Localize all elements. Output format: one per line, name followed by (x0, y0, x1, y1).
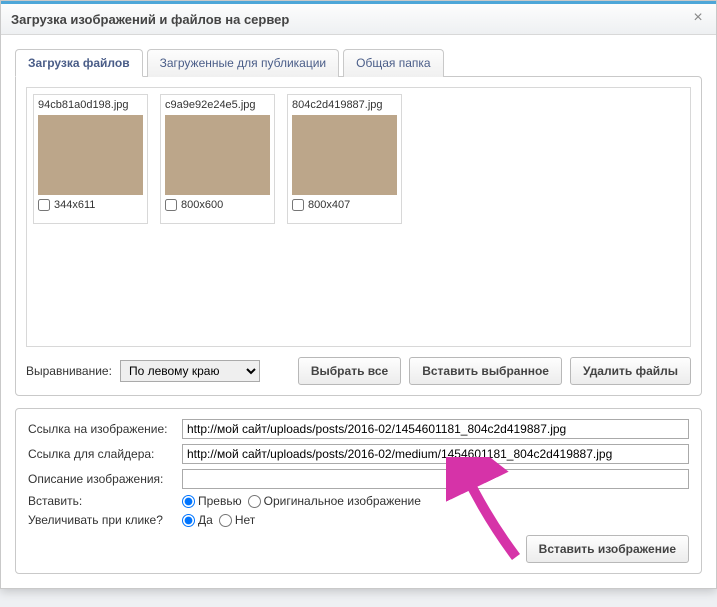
insert-mode-label: Вставить: (28, 494, 178, 508)
thumbnail-checkbox[interactable] (38, 199, 50, 211)
insert-image-button[interactable]: Вставить изображение (526, 535, 689, 563)
delete-files-button[interactable]: Удалить файлы (570, 357, 691, 385)
align-row: Выравнивание: По левому краю Выбрать все… (26, 357, 691, 385)
tab-panel: 94cb81a0d198.jpg 344x611 c9a9e92e24e5.jp… (15, 76, 702, 396)
select-all-button[interactable]: Выбрать все (298, 357, 401, 385)
zoom-label: Увеличивать при клике? (28, 513, 178, 527)
zoom-yes-radio[interactable] (182, 514, 195, 527)
thumbnail-image (38, 115, 143, 195)
thumbnail-grid: 94cb81a0d198.jpg 344x611 c9a9e92e24e5.jp… (26, 87, 691, 347)
align-label: Выравнивание: (26, 364, 112, 378)
thumbnail-filename: 94cb81a0d198.jpg (38, 99, 143, 111)
tab-uploaded[interactable]: Загруженные для публикации (147, 49, 340, 77)
align-select[interactable]: По левому краю (120, 360, 260, 382)
dialog-body: Загрузка файлов Загруженные для публикац… (1, 35, 716, 588)
thumbnail-footer: 344x611 (38, 199, 143, 211)
insert-mode-radios: Превью Оригинальное изображение (182, 494, 421, 508)
thumbnail-filename: 804c2d419887.jpg (292, 99, 397, 111)
thumbnail-item[interactable]: 94cb81a0d198.jpg 344x611 (33, 94, 148, 224)
image-form: Ссылка на изображение: Ссылка для слайде… (15, 408, 702, 574)
slider-link-label: Ссылка для слайдера: (28, 447, 178, 461)
slider-link-input[interactable] (182, 444, 689, 464)
image-link-label: Ссылка на изображение: (28, 422, 178, 436)
insert-original-radio[interactable] (248, 495, 261, 508)
thumbnail-footer: 800x407 (292, 199, 397, 211)
thumbnail-checkbox[interactable] (165, 199, 177, 211)
description-label: Описание изображения: (28, 472, 178, 486)
zoom-radios: Да Нет (182, 513, 255, 527)
description-input[interactable] (182, 469, 689, 489)
thumbnail-filename: c9a9e92e24e5.jpg (165, 99, 270, 111)
tab-upload[interactable]: Загрузка файлов (15, 49, 143, 77)
thumbnail-image (292, 115, 397, 195)
action-buttons: Выбрать все Вставить выбранное Удалить ф… (298, 357, 691, 385)
thumbnail-dimensions: 800x407 (308, 199, 350, 211)
thumbnail-item[interactable]: 804c2d419887.jpg 800x407 (287, 94, 402, 224)
thumbnail-checkbox[interactable] (292, 199, 304, 211)
thumbnail-dimensions: 800x600 (181, 199, 223, 211)
insert-preview-radio[interactable] (182, 495, 195, 508)
thumbnail-image (165, 115, 270, 195)
tab-shared[interactable]: Общая папка (343, 49, 443, 77)
dialog-header: Загрузка изображений и файлов на сервер … (1, 1, 716, 35)
zoom-no-radio[interactable] (219, 514, 232, 527)
upload-dialog: Загрузка изображений и файлов на сервер … (0, 0, 717, 589)
image-link-input[interactable] (182, 419, 689, 439)
thumbnail-footer: 800x600 (165, 199, 270, 211)
thumbnail-dimensions: 344x611 (54, 199, 95, 211)
insert-selected-button[interactable]: Вставить выбранное (409, 357, 562, 385)
dialog-title: Загрузка изображений и файлов на сервер (11, 12, 690, 27)
close-icon[interactable]: × (690, 11, 706, 27)
thumbnail-item[interactable]: c9a9e92e24e5.jpg 800x600 (160, 94, 275, 224)
tab-bar: Загрузка файлов Загруженные для публикац… (15, 49, 702, 77)
